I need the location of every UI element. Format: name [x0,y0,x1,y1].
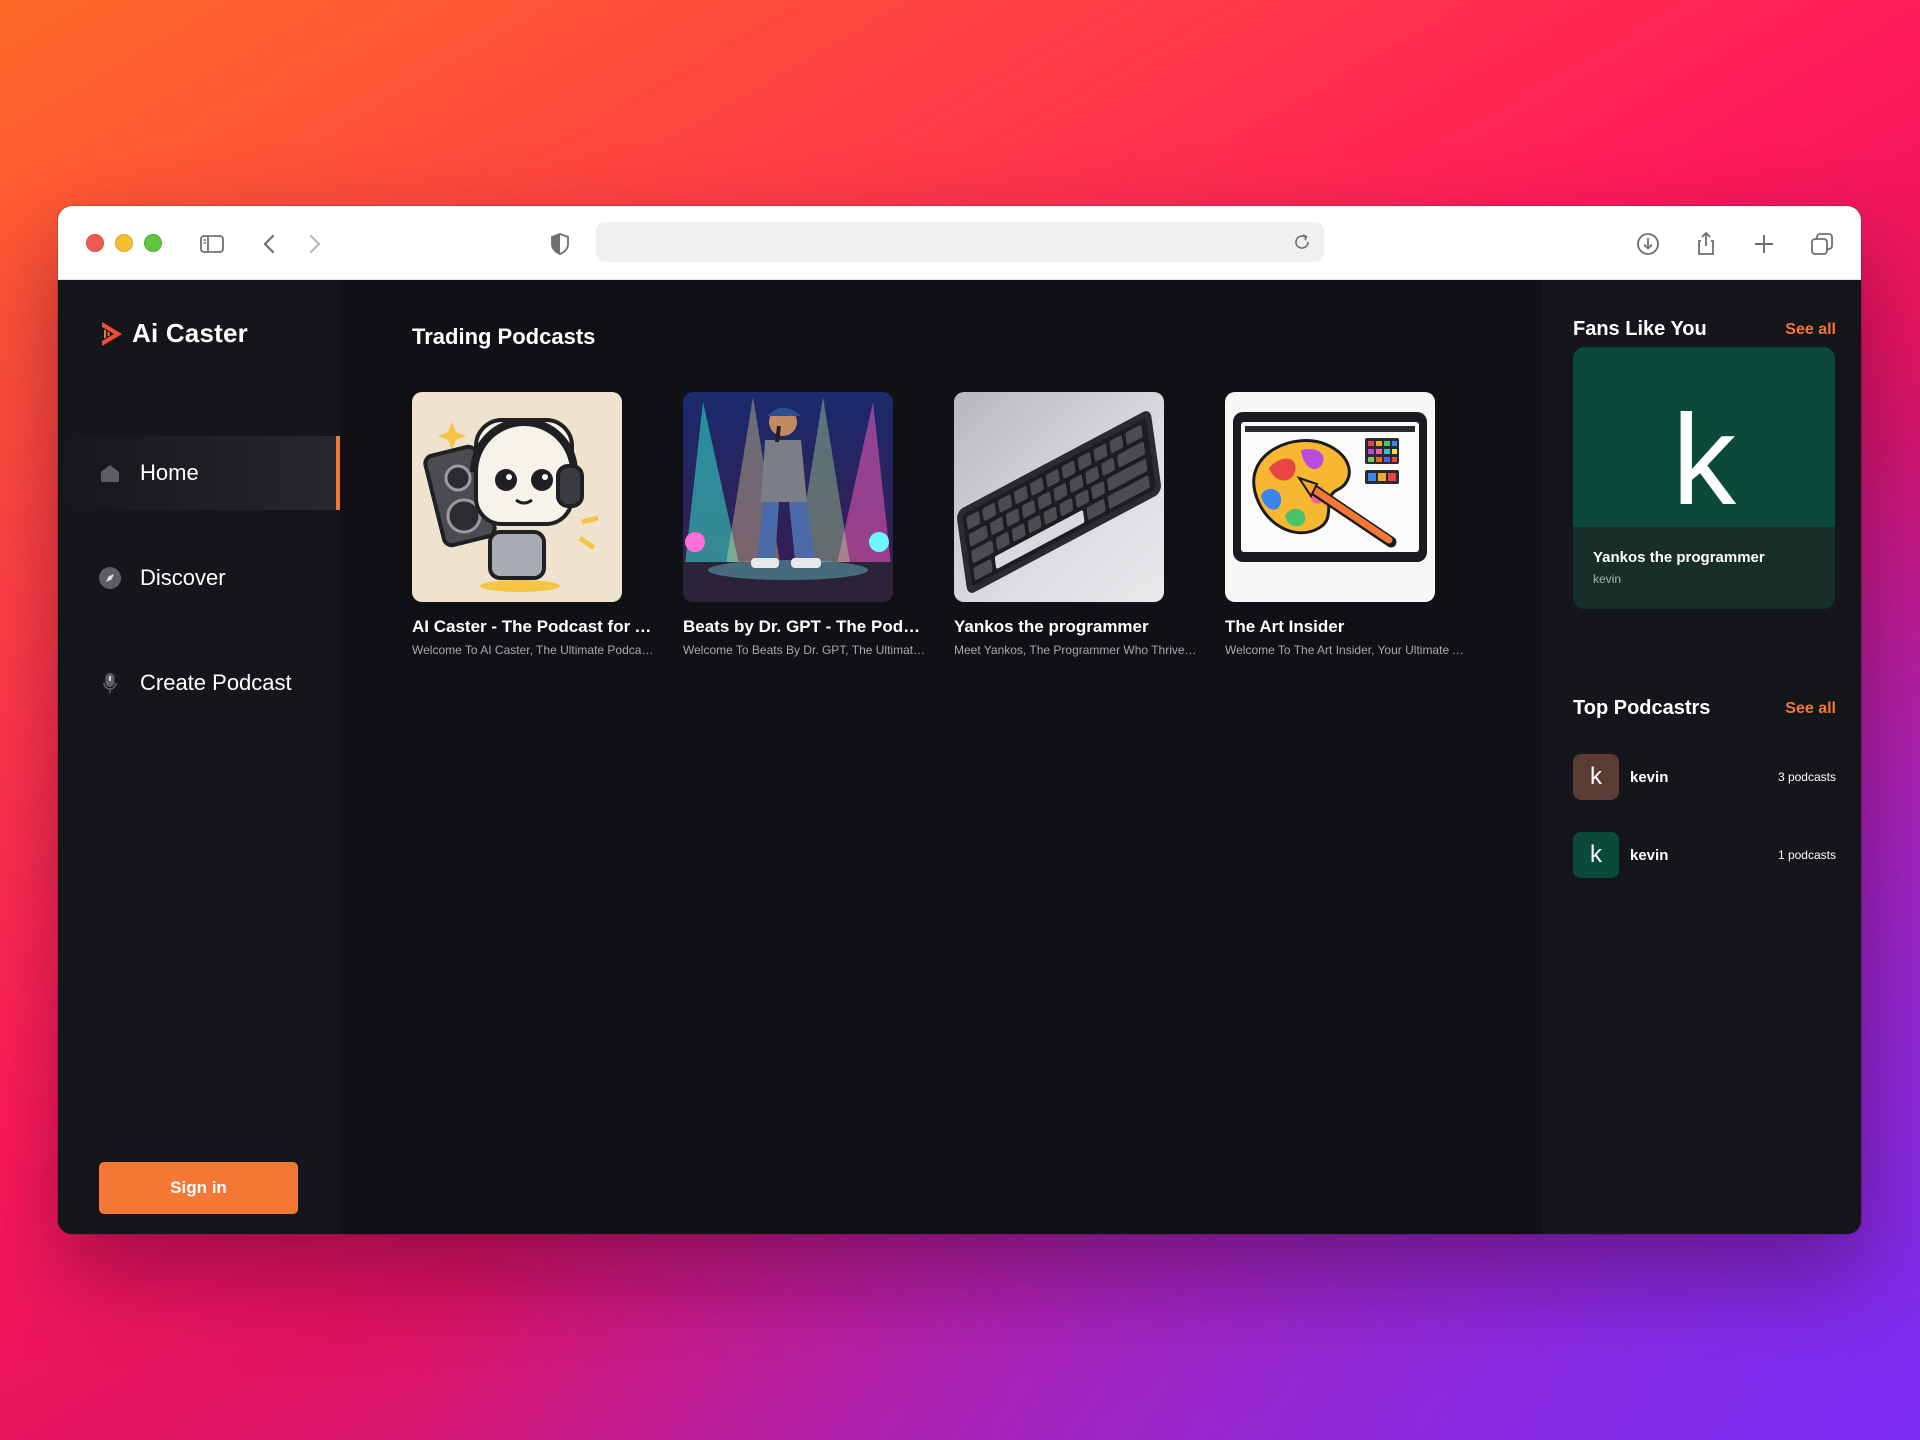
podcast-cover-robot [412,392,622,602]
top-podcasters-section: Top Podcastrs See all k kevin 3 podcasts… [1573,697,1836,878]
podcaster-row[interactable]: k kevin 1 podcasts [1573,832,1836,878]
podcast-card[interactable]: Beats by Dr. GPT - The Podcast of AI Bea… [683,392,929,657]
app-name: Ai Caster [132,318,248,348]
podcast-cover-art-tablet [1225,392,1435,602]
podcast-description: Welcome To Beats By Dr. GPT, The Ultimat… [683,643,929,657]
podcaster-name: kevin [1630,768,1669,786]
top-podcasters-see-all-link[interactable]: See all [1785,700,1836,718]
main-content: Trading Podcasts AI Caster - The Podcast… [340,280,1541,1234]
podcast-card[interactable]: Yankos the programmer Meet Yankos, The P… [954,392,1200,657]
podcaster-count: 3 podcasts [1777,770,1836,784]
fans-title: Fans Like You [1573,318,1707,340]
microphone-icon [103,673,117,693]
podcaster-name: kevin [1630,846,1669,864]
podcast-description: Welcome To AI Caster, The Ultimate Podca… [412,643,658,657]
podcast-title: Yankos the programmer [954,617,1149,636]
fan-avatar-letter: k [1672,389,1736,532]
podcaster-avatar: k [1573,832,1619,878]
podcaster-row[interactable]: k kevin 3 podcasts [1573,754,1836,800]
podcast-cover-keyboard [954,392,1164,602]
browser-window: Ai Caster Home Discover Create Podcast S… [58,206,1861,1234]
podcast-card[interactable]: The Art Insider Welcome To The Art Insid… [1225,392,1471,657]
fans-header: Fans Like You See all [1573,318,1836,341]
sidebar-toggle-icon[interactable] [196,228,228,260]
fan-podcast-card[interactable]: k Yankos the programmer kevin [1573,347,1835,609]
browser-toolbar [58,206,1861,280]
top-podcasters-header: Top Podcastrs See all [1573,697,1836,720]
main-nav: Home Discover Create Podcast [58,436,340,751]
right-sidebar: Fans Like You See all k Yankos the progr… [1541,280,1861,1234]
compass-icon [99,567,121,589]
podcast-title: AI Caster - The Podcast for AI Enthusias… [412,617,658,636]
fan-card-caption: Yankos the programmer kevin [1573,527,1835,609]
download-icon[interactable] [1632,228,1664,260]
forward-icon[interactable] [298,228,330,260]
nav-item-create-podcast[interactable]: Create Podcast [58,646,340,720]
podcast-title: The Art Insider [1225,617,1345,636]
app: Ai Caster Home Discover Create Podcast S… [58,280,1861,1234]
nav-label-home: Home [140,460,199,485]
address-bar[interactable] [596,222,1324,262]
zoom-window-button[interactable] [144,234,162,252]
sign-in-button[interactable]: Sign in [99,1162,298,1214]
fans-see-all-link[interactable]: See all [1785,321,1836,339]
podcast-card[interactable]: AI Caster - The Podcast for AI Enthusias… [412,392,658,657]
top-podcasters-list: k kevin 3 podcasts k kevin 1 podcasts [1573,754,1836,878]
logo-icon [102,321,122,346]
nav-label-discover: Discover [140,565,226,590]
home-icon [101,465,119,482]
tab-overview-icon[interactable] [1806,228,1838,260]
fan-podcast-name: Yankos the programmer [1593,549,1765,566]
nav-label-create-podcast: Create Podcast [140,670,292,695]
podcast-description: Welcome To The Art Insider, Your Ultimat… [1225,643,1471,657]
nav-item-home[interactable]: Home [58,436,340,510]
section-title: Trading Podcasts [412,324,596,349]
back-icon[interactable] [254,228,286,260]
close-window-button[interactable] [86,234,104,252]
podcast-grid: AI Caster - The Podcast for AI Enthusias… [412,392,1541,657]
podcast-title: Beats by Dr. GPT - The Podcast of AI Bea… [683,617,929,636]
reload-icon[interactable] [1290,230,1314,254]
podcaster-count: 1 podcasts [1777,848,1836,862]
window-controls [86,234,162,252]
fan-podcast-author: kevin [1593,572,1622,586]
podcaster-avatar: k [1573,754,1619,800]
left-sidebar: Ai Caster Home Discover Create Podcast S… [58,280,340,1234]
new-tab-icon[interactable] [1748,228,1780,260]
app-logo[interactable]: Ai Caster [98,318,248,349]
podcast-description: Meet Yankos, The Programmer Who Thrives … [954,643,1200,657]
minimize-window-button[interactable] [115,234,133,252]
top-podcasters-title: Top Podcastrs [1573,697,1711,719]
podcast-cover-rapper [683,392,893,602]
privacy-shield-icon[interactable] [544,228,576,260]
nav-item-discover[interactable]: Discover [58,541,340,615]
share-icon[interactable] [1690,228,1722,260]
